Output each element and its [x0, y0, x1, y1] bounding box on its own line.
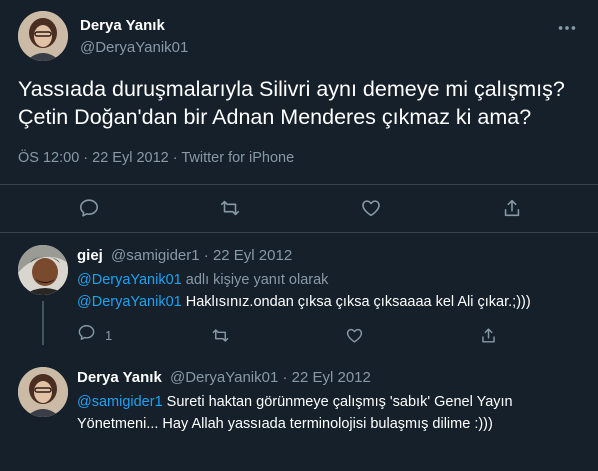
thread-line [42, 301, 44, 345]
reply-to-mention[interactable]: @DeryaYanik01 [77, 272, 182, 288]
avatar[interactable] [18, 11, 68, 61]
reply-button[interactable]: 1 [77, 324, 112, 346]
main-tweet-text: Yassıada duruşmalarıyla Silivri aynı dem… [18, 75, 588, 131]
reply-author-name[interactable]: Derya Yanık [77, 369, 162, 386]
mention-link[interactable]: @DeryaYanik01 [77, 294, 182, 310]
reply-header: giej @samigider1 · 22 Eyl 2012 [77, 247, 292, 264]
reply-tweet[interactable]: giej @samigider1 · 22 Eyl 2012 @DeryaYan… [0, 245, 598, 350]
share-icon[interactable] [479, 324, 498, 346]
retweet-icon[interactable] [211, 324, 230, 346]
divider [0, 232, 598, 233]
avatar[interactable] [18, 245, 68, 295]
reply-action-bar: 1 [77, 324, 597, 346]
avatar[interactable] [18, 367, 68, 417]
reply-tweet[interactable]: Derya Yanık @DeryaYanik01 · 22 Eyl 2012 … [0, 367, 598, 467]
reply-to-suffix: adlı kişiye yanıt olarak [181, 272, 329, 288]
share-icon[interactable] [499, 195, 525, 221]
reply-context: @DeryaYanik01 adlı kişiye yanıt olarak [77, 269, 328, 291]
like-icon[interactable] [345, 324, 364, 346]
main-tweet-line-2: Çetin Doğan'dan bir Adnan Menderes çıkma… [18, 105, 532, 129]
main-author-handle[interactable]: @DeryaYanik01 [80, 39, 188, 56]
reply-text-line-1: @samigider1 Sureti haktan görünmeye çalı… [77, 391, 513, 413]
main-action-bar [0, 195, 598, 225]
more-icon[interactable] [556, 17, 578, 39]
reply-meta[interactable]: @samigider1 · 22 Eyl 2012 [111, 247, 292, 264]
reply-count: 1 [105, 327, 113, 343]
reply-text: @DeryaYanik01 Haklısınız.ondan çıksa çık… [77, 291, 531, 313]
divider [0, 184, 598, 185]
reply-header: Derya Yanık @DeryaYanik01 · 22 Eyl 2012 [77, 369, 371, 386]
main-tweet-header: Derya Yanık @DeryaYanik01 [18, 11, 580, 63]
reply-body-line-1: Sureti haktan görünmeye çalışmış 'sabık'… [162, 394, 513, 410]
main-author-name[interactable]: Derya Yanık [80, 17, 165, 34]
reply-icon[interactable] [77, 323, 96, 347]
reply-author-name[interactable]: giej [77, 247, 103, 264]
reply-icon[interactable] [76, 195, 102, 221]
tweet-thread-page: Derya Yanık @DeryaYanik01 Yassıada duruş… [0, 0, 598, 471]
main-tweet-line-1: Yassıada duruşmalarıyla Silivri aynı dem… [18, 77, 565, 101]
mention-link[interactable]: @samigider1 [77, 394, 163, 410]
reply-body: Haklısınız.ondan çıksa çıksa çıksaaaa ke… [181, 294, 531, 310]
retweet-icon[interactable] [217, 195, 243, 221]
main-tweet-meta[interactable]: ÖS 12:00 · 22 Eyl 2012 · Twitter for iPh… [18, 150, 294, 166]
like-icon[interactable] [358, 195, 384, 221]
reply-meta[interactable]: @DeryaYanik01 · 22 Eyl 2012 [170, 369, 371, 386]
reply-text-line-2: Yönetmeni... Hay Allah yassıada terminol… [77, 416, 493, 432]
